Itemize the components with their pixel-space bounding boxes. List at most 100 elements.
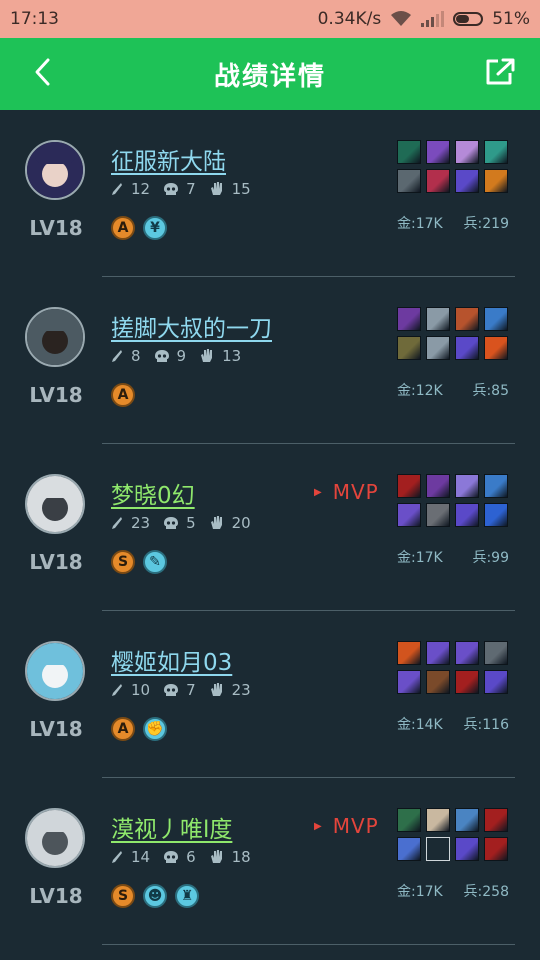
equipment-item-icon — [397, 336, 421, 360]
deaths-count: 7 — [186, 180, 196, 198]
economy-stats: 金:17K 兵:258 — [397, 881, 509, 901]
share-icon — [484, 57, 516, 91]
equipment-item-icon — [455, 140, 479, 164]
achievement-tags: S ☻ ♜ — [111, 884, 199, 908]
equipment-item-icon — [397, 503, 421, 527]
avatar — [25, 808, 85, 868]
achievement-badge: ✊ — [143, 717, 167, 741]
equipment-item-icon — [426, 837, 450, 861]
chevron-left-icon — [33, 57, 51, 91]
equipment-item-icon — [426, 641, 450, 665]
mvp-label: MVP — [332, 814, 379, 838]
triangle-right-icon: ▶ — [314, 486, 323, 498]
equipment-item-icon — [455, 641, 479, 665]
achievement-badge: S — [111, 884, 135, 908]
achievement-tags: A ✊ — [111, 717, 167, 741]
kills-count: 10 — [131, 681, 151, 699]
equipment-item-icon — [397, 641, 421, 665]
deaths-count: 6 — [186, 848, 196, 866]
creep-value: 兵:85 — [472, 383, 509, 399]
economy-stats: 金:17K 兵:99 — [397, 547, 509, 567]
share-button[interactable] — [470, 38, 530, 110]
achievement-badge: ¥ — [143, 216, 167, 240]
page-title: 战绩详情 — [213, 61, 326, 92]
achievement-badge: S — [111, 550, 135, 574]
equipment-item-icon — [397, 474, 421, 498]
player-row[interactable]: LV18 梦晓0幻 23 5 20 S ✎ ▶ MVP 金:17K 兵:99 — [0, 444, 540, 611]
avatar — [25, 140, 85, 200]
equipment-item-icon — [455, 670, 479, 694]
creep-value: 兵:219 — [463, 216, 509, 232]
player-level: LV18 — [29, 383, 83, 407]
assists-count: 15 — [231, 180, 251, 198]
player-name[interactable]: 樱姬如月03 — [111, 643, 232, 677]
equipment-item-icon — [455, 336, 479, 360]
equipment-item-icon — [484, 474, 508, 498]
avatar — [25, 307, 85, 367]
achievement-badge: ♜ — [175, 884, 199, 908]
kills-icon — [111, 683, 123, 697]
hand-icon — [200, 349, 214, 363]
kda-stats: 14 6 18 — [111, 848, 265, 866]
player-name[interactable]: 搓脚大叔的一刀 — [111, 309, 272, 343]
player-name[interactable]: 漠视丿唯l度 — [111, 810, 232, 844]
hand-icon — [210, 850, 224, 864]
skull-icon — [164, 182, 179, 196]
equipment-item-icon — [455, 307, 479, 331]
kills-count: 8 — [131, 347, 141, 365]
equipment-item-icon — [426, 169, 450, 193]
signal-icon — [421, 11, 445, 27]
player-row[interactable]: LV18 漠视丿唯l度 14 6 18 S ☻ ♜ ▶ MVP 金:17K 兵:25… — [0, 778, 540, 945]
back-button[interactable] — [12, 38, 72, 110]
network-speed: 0.34K/s — [317, 9, 382, 29]
item-grid — [397, 808, 508, 861]
item-grid — [397, 307, 508, 360]
equipment-item-icon — [397, 808, 421, 832]
gold-value: 金:17K — [397, 216, 443, 232]
skull-icon — [154, 349, 169, 363]
gold-value: 金:17K — [397, 550, 443, 566]
equipment-item-icon — [397, 169, 421, 193]
player-row[interactable]: LV18 樱姬如月03 10 7 23 A ✊ 金:14K 兵:116 — [0, 611, 540, 778]
battery-icon — [453, 12, 484, 26]
kills-icon — [111, 516, 123, 530]
item-grid — [397, 641, 508, 694]
player-level: LV18 — [29, 717, 83, 741]
kills-icon — [111, 182, 123, 196]
triangle-right-icon: ▶ — [314, 820, 323, 832]
creep-value: 兵:99 — [472, 550, 509, 566]
equipment-item-icon — [426, 670, 450, 694]
hand-icon — [210, 182, 224, 196]
status-bar: 17:13 0.34K/s 51% — [0, 0, 540, 38]
achievement-badge: A — [111, 383, 135, 407]
kills-icon — [111, 850, 123, 864]
item-grid — [397, 474, 508, 527]
equipment-item-icon — [484, 169, 508, 193]
gold-value: 金:17K — [397, 884, 443, 900]
player-name[interactable]: 梦晓0幻 — [111, 476, 195, 510]
row-divider — [102, 944, 515, 945]
equipment-item-icon — [426, 336, 450, 360]
equipment-item-icon — [426, 474, 450, 498]
mvp-badge: ▶ MVP — [314, 814, 379, 838]
deaths-count: 9 — [176, 347, 187, 365]
creep-value: 兵:116 — [463, 717, 509, 733]
kda-stats: 12 7 15 — [111, 180, 265, 198]
equipment-item-icon — [397, 140, 421, 164]
equipment-item-icon — [484, 670, 508, 694]
achievement-badge: ✎ — [143, 550, 167, 574]
item-grid — [397, 140, 508, 193]
equipment-item-icon — [484, 307, 508, 331]
equipment-item-icon — [484, 808, 508, 832]
achievement-badge: ☻ — [143, 884, 167, 908]
gold-value: 金:14K — [397, 717, 443, 733]
skull-icon — [164, 683, 179, 697]
assists-count: 20 — [231, 514, 251, 532]
mvp-badge: ▶ MVP — [314, 480, 379, 504]
equipment-item-icon — [426, 307, 450, 331]
player-row[interactable]: LV18 搓脚大叔的一刀 8 9 13 A 金:12K 兵:85 — [0, 277, 540, 444]
player-level: LV18 — [29, 884, 83, 908]
equipment-item-icon — [426, 503, 450, 527]
player-name[interactable]: 征服新大陆 — [111, 142, 226, 176]
player-row[interactable]: LV18 征服新大陆 12 7 15 A ¥ 金:17K 兵:219 — [0, 110, 540, 277]
